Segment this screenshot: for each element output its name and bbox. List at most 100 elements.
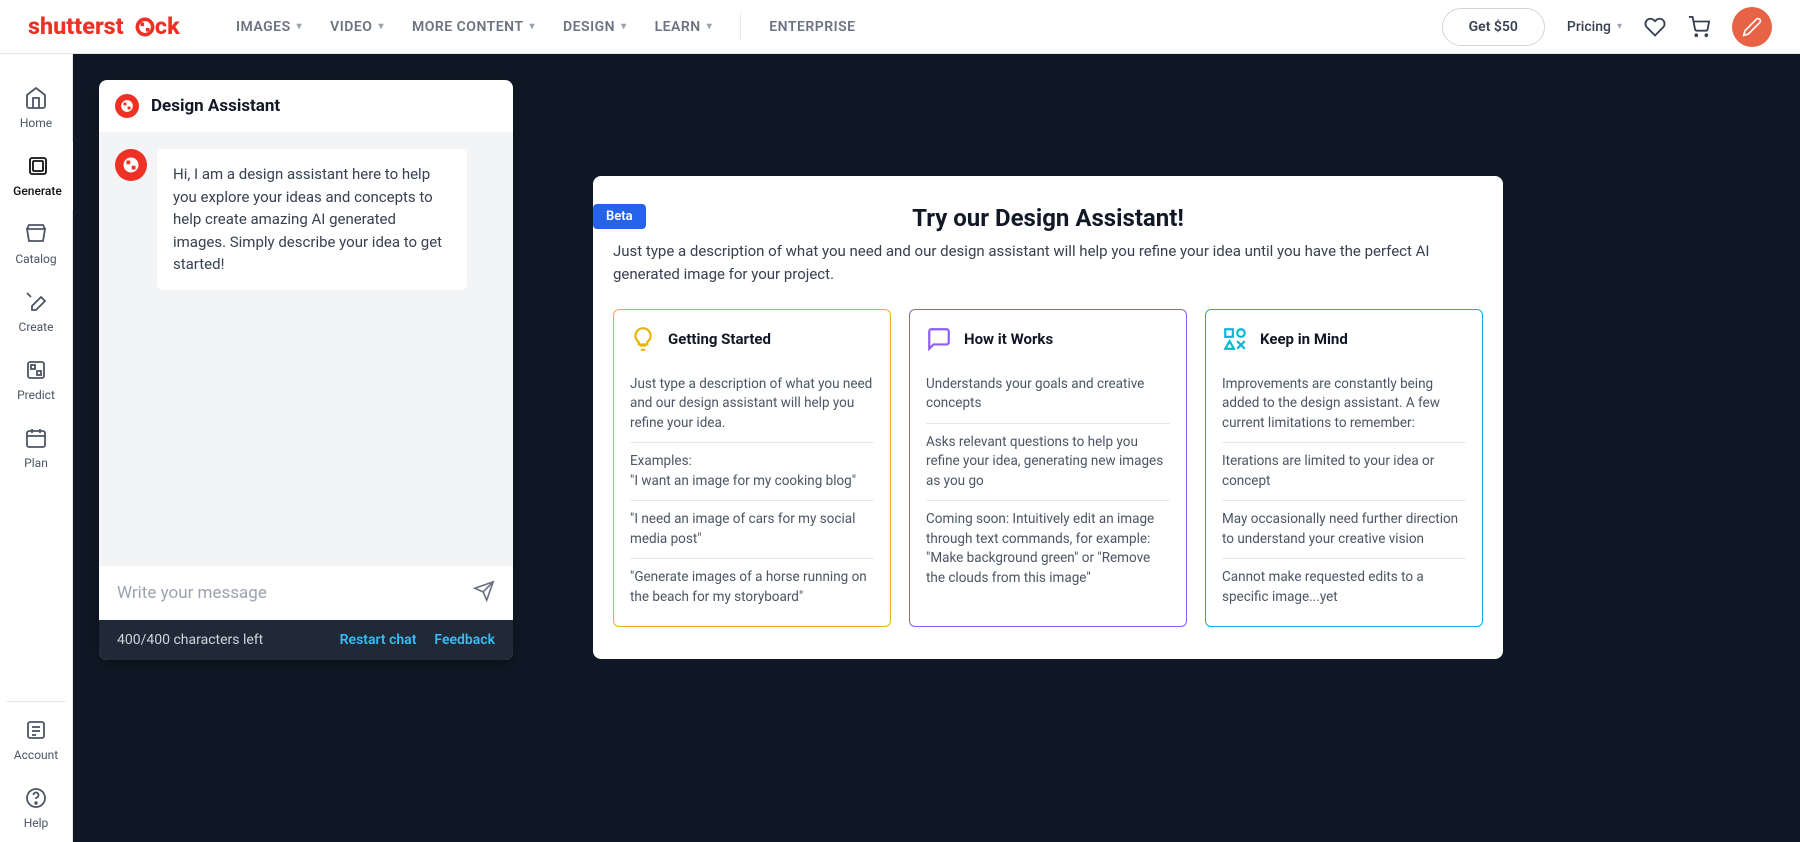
sidebar-item-create[interactable]: Create bbox=[0, 278, 73, 346]
chat-bubble-icon bbox=[926, 326, 952, 352]
assistant-avatar-icon bbox=[115, 149, 147, 181]
generate-icon bbox=[26, 154, 50, 178]
cart-button[interactable] bbox=[1688, 16, 1710, 38]
sidebar-divider bbox=[6, 701, 66, 702]
chevron-down-icon: ▾ bbox=[529, 21, 535, 32]
sidebar-item-plan[interactable]: Plan bbox=[0, 414, 73, 482]
message-text: Hi, I am a design assistant here to help… bbox=[157, 149, 467, 290]
chevron-down-icon: ▾ bbox=[297, 21, 303, 32]
card-text: Just type a description of what you need… bbox=[630, 366, 874, 444]
assistant-badge-icon bbox=[115, 94, 139, 118]
content-area: Design Assistant Hi, I am a design assis… bbox=[73, 54, 1800, 842]
sidebar-label: Create bbox=[19, 320, 54, 334]
chat-header: Design Assistant bbox=[99, 80, 513, 133]
chat-input[interactable] bbox=[117, 583, 473, 603]
shutterstock-dot-icon bbox=[120, 99, 134, 113]
card-text: May occasionally need further direction … bbox=[1222, 501, 1466, 559]
heart-icon bbox=[1644, 15, 1666, 39]
nav-learn[interactable]: LEARN ▾ bbox=[655, 19, 713, 35]
card-header: Keep in Mind bbox=[1222, 326, 1466, 352]
restart-chat-link[interactable]: Restart chat bbox=[340, 632, 417, 648]
nav-label: DESIGN bbox=[563, 19, 615, 35]
chat-body: Hi, I am a design assistant here to help… bbox=[99, 133, 513, 565]
user-avatar[interactable] bbox=[1732, 7, 1772, 47]
card-text: "I need an image of cars for my social m… bbox=[630, 501, 874, 559]
chat-title: Design Assistant bbox=[151, 96, 280, 116]
get50-button[interactable]: Get $50 bbox=[1442, 8, 1545, 46]
char-count: 400/400 characters left bbox=[117, 632, 263, 648]
nav-label: MORE CONTENT bbox=[412, 19, 524, 35]
pencil-icon bbox=[1742, 17, 1762, 37]
chat-footer-links: Restart chat Feedback bbox=[340, 632, 495, 648]
card-text: Improvements are constantly being added … bbox=[1222, 366, 1466, 444]
card-text: Coming soon: Intuitively edit an image t… bbox=[926, 501, 1170, 588]
sidebar-item-home[interactable]: Home bbox=[0, 74, 73, 142]
account-icon bbox=[24, 718, 48, 742]
top-navigation: shutterst ck IMAGES▾ VIDEO▾ MORE CONTENT… bbox=[0, 0, 1800, 54]
nav-label: ENTERPRISE bbox=[769, 19, 855, 35]
sidebar-label: Home bbox=[20, 116, 52, 130]
beta-badge: Beta bbox=[593, 204, 646, 229]
send-icon bbox=[473, 580, 495, 602]
send-button[interactable] bbox=[473, 580, 495, 606]
svg-text:ck: ck bbox=[155, 14, 180, 40]
card-text: Examples: "I want an image for my cookin… bbox=[630, 443, 874, 501]
nav-label: VIDEO bbox=[330, 19, 372, 35]
chevron-down-icon: ▾ bbox=[621, 21, 627, 32]
pricing-label: Pricing bbox=[1567, 19, 1611, 35]
cart-icon bbox=[1688, 15, 1710, 39]
chevron-down-icon: ▾ bbox=[1617, 21, 1622, 32]
hero-panel: Beta Try our Design Assistant! Just type… bbox=[593, 176, 1503, 659]
sidebar-label: Plan bbox=[24, 456, 48, 470]
card-title: How it Works bbox=[964, 330, 1053, 348]
card-text: Asks relevant questions to help you refi… bbox=[926, 424, 1170, 502]
sidebar-item-generate[interactable]: Generate bbox=[0, 142, 73, 210]
shapes-icon bbox=[1222, 326, 1248, 352]
chevron-down-icon: ▾ bbox=[707, 21, 713, 32]
nav-more-content[interactable]: MORE CONTENT ▾ bbox=[412, 19, 535, 35]
help-icon bbox=[24, 786, 48, 810]
hero-title: Try our Design Assistant! bbox=[613, 204, 1483, 232]
sidebar-item-account[interactable]: Account bbox=[0, 706, 73, 774]
card-text: Cannot make requested edits to a specifi… bbox=[1222, 559, 1466, 607]
nav-video[interactable]: VIDEO▾ bbox=[330, 19, 384, 35]
card-title: Getting Started bbox=[668, 330, 771, 348]
sidebar-label: Generate bbox=[13, 184, 62, 198]
nav-separator bbox=[740, 13, 741, 41]
pricing-link[interactable]: Pricing ▾ bbox=[1567, 19, 1622, 35]
nav-menu: IMAGES▾ VIDEO▾ MORE CONTENT▾ DESIGN▾ LEA… bbox=[236, 13, 856, 41]
card-header: How it Works bbox=[926, 326, 1170, 352]
card-title: Keep in Mind bbox=[1260, 330, 1348, 348]
shutterstock-logo-icon: shutterst ck bbox=[28, 14, 208, 40]
nav-design[interactable]: DESIGN ▾ bbox=[563, 19, 627, 35]
svg-text:shutterst: shutterst bbox=[28, 14, 124, 40]
card-text: Iterations are limited to your idea or c… bbox=[1222, 443, 1466, 501]
card-how-it-works: How it Works Understands your goals and … bbox=[909, 309, 1187, 627]
nav-images[interactable]: IMAGES ▾ bbox=[236, 19, 302, 35]
card-keep-in-mind: Keep in Mind Improvements are constantly… bbox=[1205, 309, 1483, 627]
nav-label: IMAGES bbox=[236, 19, 291, 35]
card-header: Getting Started bbox=[630, 326, 874, 352]
left-sidebar: Home Generate Catalog Create Predict Pla… bbox=[0, 54, 73, 842]
nav-label: LEARN bbox=[655, 19, 701, 35]
nav-enterprise[interactable]: ENTERPRISE bbox=[769, 19, 855, 35]
nav-right: Get $50 Pricing ▾ bbox=[1442, 7, 1772, 47]
favorites-button[interactable] bbox=[1644, 16, 1666, 38]
logo[interactable]: shutterst ck bbox=[28, 14, 208, 40]
card-text: "Generate images of a horse running on t… bbox=[630, 559, 874, 607]
chat-panel: Design Assistant Hi, I am a design assis… bbox=[99, 80, 513, 660]
calendar-icon bbox=[24, 426, 48, 450]
sidebar-item-catalog[interactable]: Catalog bbox=[0, 210, 73, 278]
main-area: Home Generate Catalog Create Predict Pla… bbox=[0, 54, 1800, 842]
card-getting-started: Getting Started Just type a description … bbox=[613, 309, 891, 627]
predict-icon bbox=[24, 358, 48, 382]
sidebar-label: Account bbox=[14, 748, 58, 762]
sidebar-label: Help bbox=[24, 816, 49, 830]
feedback-link[interactable]: Feedback bbox=[434, 632, 495, 648]
create-icon bbox=[24, 290, 48, 314]
sidebar-item-help[interactable]: Help bbox=[0, 774, 73, 842]
sidebar-item-predict[interactable]: Predict bbox=[0, 346, 73, 414]
chat-input-row bbox=[99, 565, 513, 620]
sidebar-label: Catalog bbox=[15, 252, 56, 266]
sidebar-label: Predict bbox=[17, 388, 55, 402]
